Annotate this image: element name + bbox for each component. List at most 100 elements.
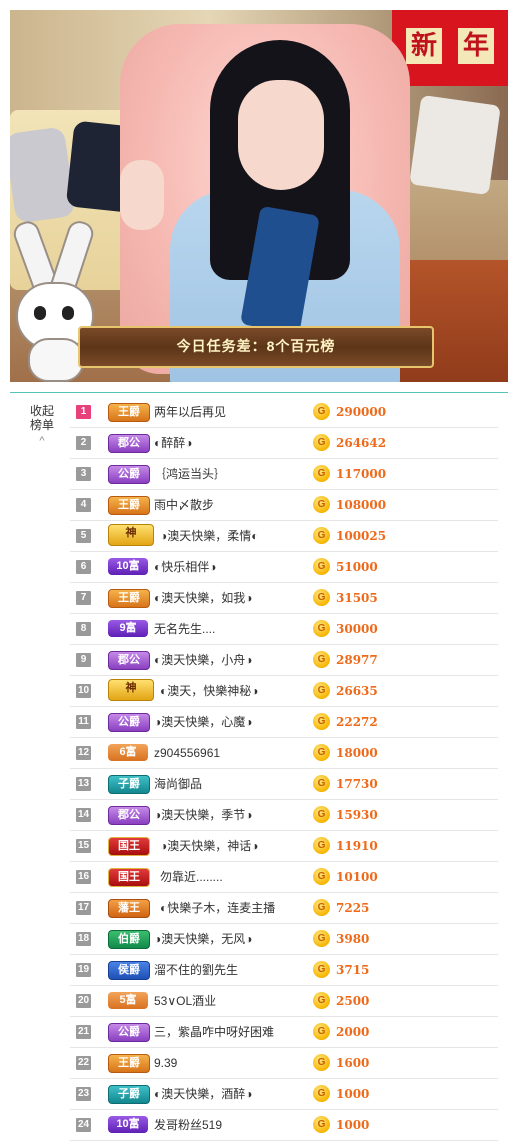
user-name[interactable]: 9.39: [154, 1048, 177, 1078]
contribution-score: 17730: [336, 777, 378, 791]
rank-number: 8: [76, 622, 91, 636]
leaderboard-row[interactable]: 8 9富 无名先生.... G 30000: [70, 614, 498, 645]
coin-icon: G: [313, 527, 330, 544]
rank-number: 9: [76, 653, 91, 667]
rank-badge: 藩王: [108, 899, 150, 918]
leaderboard-row[interactable]: 6 10富 ◐快乐相伴◑ G 51000: [70, 552, 498, 583]
user-name[interactable]: ◑澳天快樂，心魔◑: [154, 707, 253, 737]
user-name[interactable]: 雨中〆散步: [154, 490, 214, 520]
leaderboard-row[interactable]: 16 国王 勿靠近........ G 10100: [70, 862, 498, 893]
leaderboard-row[interactable]: 7 王爵 ◐澳天快樂，如我◑ G 31505: [70, 583, 498, 614]
leaderboard-row[interactable]: 12 6富 z904556961 G 18000: [70, 738, 498, 769]
leaderboard-row[interactable]: 4 王爵 雨中〆散步 G 108000: [70, 490, 498, 521]
contribution-score: 31505: [336, 591, 378, 605]
coin-icon: G: [313, 806, 330, 823]
coin-icon: G: [313, 961, 330, 978]
rank-number: 23: [76, 1087, 91, 1101]
rank-number: 10: [76, 684, 91, 698]
user-name[interactable]: ◐澳天，快樂神秘◑: [160, 676, 259, 706]
leaderboard-row[interactable]: 3 公爵 ｛鸿运当头｝ G 117000: [70, 459, 498, 490]
leaderboard-row[interactable]: 2 郡公 ◐醉醉◑ G 264642: [70, 428, 498, 459]
leaderboard-row[interactable]: 18 伯爵 ◑澳天快樂，无风◑ G 3980: [70, 924, 498, 955]
rank-badge: 10富: [108, 1116, 148, 1133]
user-name[interactable]: ｛鸿运当头｝: [154, 459, 226, 489]
coin-icon: G: [313, 1085, 330, 1102]
user-name[interactable]: ◐醉醉◑: [154, 428, 193, 458]
rank-number: 21: [76, 1025, 91, 1039]
user-name[interactable]: 发哥粉丝519: [154, 1110, 222, 1140]
leaderboard-row[interactable]: 14 郡公 ◑澳天快樂，季节◑ G 15930: [70, 800, 498, 831]
user-name[interactable]: ◐快樂子木，连麦主播: [160, 893, 275, 923]
contribution-score: 1000: [336, 1087, 370, 1101]
leaderboard-row[interactable]: 17 藩王 ◐快樂子木，连麦主播 G 7225: [70, 893, 498, 924]
contribution-score: 18000: [336, 746, 378, 760]
rank-number: 17: [76, 901, 91, 915]
coin-icon: G: [313, 651, 330, 668]
user-name[interactable]: 两年以后再见: [154, 397, 226, 427]
rank-number: 15: [76, 839, 91, 853]
contribution-score: 117000: [336, 467, 387, 481]
leaderboard-row[interactable]: 20 5富 53∨OL酒业 G 2500: [70, 986, 498, 1017]
rank-badge: 神: [108, 679, 154, 701]
rank-number: 5: [76, 529, 91, 543]
rank-badge: 王爵: [108, 496, 150, 515]
contribution-score: 2500: [336, 994, 370, 1008]
rank-number: 19: [76, 963, 91, 977]
rank-badge: 10富: [108, 558, 148, 575]
rank-badge: 6富: [108, 744, 148, 761]
coin-icon: G: [313, 899, 330, 916]
user-name[interactable]: z904556961: [154, 738, 220, 768]
rank-badge: 公爵: [108, 1023, 150, 1042]
user-name[interactable]: 三，紫晶咋中呀好困难: [154, 1017, 274, 1047]
leaderboard-row[interactable]: 15 国王 ◑澳天快樂，神话◑ G 11910: [70, 831, 498, 862]
coin-icon: G: [313, 1023, 330, 1040]
rank-badge: 国王: [108, 868, 150, 887]
user-name[interactable]: 海尚御品: [154, 769, 202, 799]
contribution-score: 290000: [336, 405, 387, 419]
user-name[interactable]: ◐快乐相伴◑: [154, 552, 217, 582]
user-name[interactable]: ◐澳天快樂，酒醉◑: [154, 1079, 253, 1109]
rank-badge: 王爵: [108, 589, 150, 608]
rank-number: 16: [76, 870, 91, 884]
user-name[interactable]: ◑澳天快樂，柔情◐: [160, 521, 259, 551]
leaderboard-row[interactable]: 1 王爵 两年以后再见 G 290000: [70, 397, 498, 428]
rank-badge: 国王: [108, 837, 150, 856]
rank-badge: 公爵: [108, 465, 150, 484]
leaderboard-row[interactable]: 23 子爵 ◐澳天快樂，酒醉◑ G 1000: [70, 1079, 498, 1110]
rank-badge: 神: [108, 524, 154, 546]
user-name[interactable]: 53∨OL酒业: [154, 986, 216, 1016]
user-name[interactable]: 无名先生....: [154, 614, 215, 644]
daily-task-banner: 今日任务差：8个百元榜: [78, 326, 434, 368]
rank-badge: 子爵: [108, 775, 150, 794]
leaderboard-row[interactable]: 19 侯爵 溜不住的劉先生 G 3715: [70, 955, 498, 986]
rank-badge: 郡公: [108, 651, 150, 670]
contribution-score: 22272: [336, 715, 378, 729]
leaderboard-row[interactable]: 11 公爵 ◑澳天快樂，心魔◑ G 22272: [70, 707, 498, 738]
rank-badge: 公爵: [108, 713, 150, 732]
leaderboard-row[interactable]: 22 王爵 9.39 G 1600: [70, 1048, 498, 1079]
contribution-score: 30000: [336, 622, 378, 636]
user-name[interactable]: 溜不住的劉先生: [154, 955, 238, 985]
rank-badge: 郡公: [108, 806, 150, 825]
user-name[interactable]: ◐澳天快樂，小舟◑: [154, 645, 253, 675]
collapse-leaderboard-button[interactable]: 收起 榜单 ^: [24, 404, 60, 448]
leaderboard-row[interactable]: 9 郡公 ◐澳天快樂，小舟◑ G 28977: [70, 645, 498, 676]
user-name[interactable]: ◐澳天快樂，如我◑: [154, 583, 253, 613]
coin-icon: G: [313, 1116, 330, 1133]
contribution-score: 10100: [336, 870, 378, 884]
rank-number: 14: [76, 808, 91, 822]
leaderboard-row[interactable]: 21 公爵 三，紫晶咋中呀好困难 G 2000: [70, 1017, 498, 1048]
user-name[interactable]: ◑澳天快樂，季节◑: [154, 800, 253, 830]
coin-icon: G: [313, 868, 330, 885]
rank-number: 11: [76, 715, 91, 729]
user-name[interactable]: ◑澳天快樂，无风◑: [154, 924, 253, 954]
user-name[interactable]: 勿靠近........: [160, 862, 223, 892]
leaderboard-row[interactable]: 5 神 ◑澳天快樂，柔情◐ G 100025: [70, 521, 498, 552]
rank-number: 13: [76, 777, 91, 791]
user-name[interactable]: ◑澳天快樂，神话◑: [160, 831, 259, 861]
rank-badge: 郡公: [108, 434, 150, 453]
coin-icon: G: [313, 465, 330, 482]
leaderboard-row[interactable]: 13 子爵 海尚御品 G 17730: [70, 769, 498, 800]
leaderboard-row[interactable]: 10 神 ◐澳天，快樂神秘◑ G 26635: [70, 676, 498, 707]
leaderboard-row[interactable]: 24 10富 发哥粉丝519 G 1000: [70, 1110, 498, 1141]
